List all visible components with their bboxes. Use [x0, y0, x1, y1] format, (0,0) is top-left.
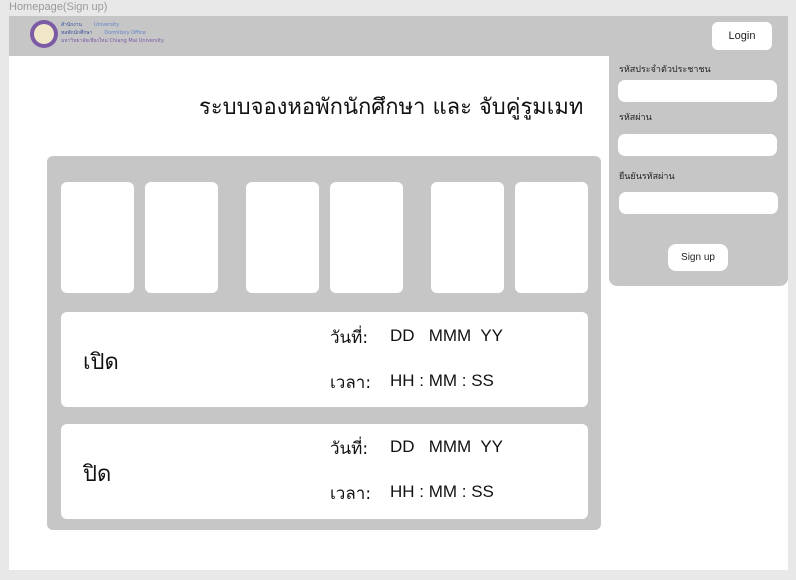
- time-value: HH : MM : SS: [390, 482, 494, 501]
- logo-en-line3: Chiang Mai University: [109, 38, 164, 44]
- top-bar: สำนักงาน University หอพักนักศึกษา Dormitor…: [9, 16, 788, 56]
- time-label: เวลา:: [330, 373, 372, 393]
- logo-text: สำนักงาน University หอพักนักศึกษา Dormitor…: [61, 21, 164, 45]
- period-name: เปิด: [83, 350, 119, 375]
- time-value: HH : MM : SS: [390, 371, 494, 390]
- close-period-card: ปิด วันที่: DD MMM YY เวลา: HH : MM : SS: [61, 424, 588, 519]
- room-card[interactable]: [330, 182, 403, 293]
- logo-en-line2: Dormitory Office: [104, 30, 146, 36]
- national-id-input[interactable]: [618, 80, 777, 102]
- id-label: รหัสประจำตัวประชาชน: [619, 65, 711, 75]
- open-period-card: เปิด วันที่: DD MMM YY เวลา: HH : MM : S…: [61, 312, 588, 407]
- password-label: รหัสผ่าน: [619, 113, 652, 123]
- logo-thai-line3: มหาวิทยาลัยเชียงใหม่: [61, 38, 108, 44]
- signup-button[interactable]: Sign up: [668, 244, 728, 271]
- logo-en-line1: University: [93, 22, 120, 28]
- login-button[interactable]: Login: [712, 22, 772, 50]
- date-value: DD MMM YY: [390, 437, 504, 456]
- period-name: ปิด: [83, 462, 112, 487]
- confirm-password-input[interactable]: [619, 192, 778, 214]
- booking-panel: เปิด วันที่: DD MMM YY เวลา: HH : MM : S…: [47, 156, 601, 530]
- room-card[interactable]: [431, 182, 504, 293]
- room-card[interactable]: [145, 182, 218, 293]
- university-emblem-icon: [30, 20, 58, 48]
- date-label: วันที่:: [330, 439, 369, 459]
- room-card[interactable]: [246, 182, 319, 293]
- signup-panel: รหัสประจำตัวประชาชน รหัสผ่าน ยืนยันรหัสผ…: [609, 56, 788, 286]
- room-card[interactable]: [515, 182, 588, 293]
- password-input[interactable]: [618, 134, 777, 156]
- date-value: DD MMM YY: [390, 326, 504, 345]
- room-card[interactable]: [61, 182, 134, 293]
- page-title: ระบบจองหอพักนักศึกษา และ จับคู่รูมเมท: [199, 95, 584, 120]
- date-label: วันที่:: [330, 328, 369, 348]
- confirm-password-label: ยืนยันรหัสผ่าน: [619, 172, 675, 182]
- logo-thai-line2: หอพักนักศึกษา: [61, 30, 93, 36]
- time-label: เวลา:: [330, 484, 372, 504]
- logo-thai-line1: สำนักงาน: [61, 22, 82, 28]
- university-logo[interactable]: สำนักงาน University หอพักนักศึกษา Dormitor…: [30, 20, 164, 52]
- frame-label: Homepage(Sign up): [9, 1, 108, 13]
- page-canvas: สำนักงาน University หอพักนักศึกษา Dormitor…: [9, 16, 788, 570]
